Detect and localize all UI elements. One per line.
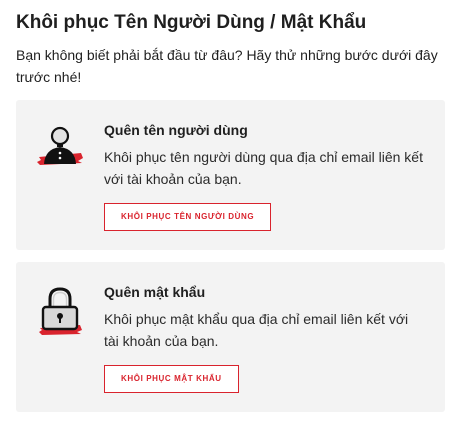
recover-username-button[interactable]: KHÔI PHỤC TÊN NGƯỜI DÙNG (104, 203, 272, 231)
forgot-username-card: Quên tên người dùng Khôi phục tên người … (16, 100, 445, 250)
user-icon (34, 122, 86, 174)
card-title: Quên mật khẩu (104, 284, 206, 300)
page-title: Khôi phục Tên Người Dùng / Mật Khẩu (16, 12, 367, 33)
forgot-password-card: Quên mật khẩu Khôi phục mật khẩu qua địa… (16, 262, 445, 412)
card-title: Quên tên người dùng (104, 122, 248, 138)
padlock-icon (34, 284, 86, 336)
card-description: Khôi phục tên người dùng qua địa chỉ ema… (104, 149, 423, 187)
recover-password-button[interactable]: KHÔI PHỤC MẬT KHẨU (104, 365, 239, 393)
intro-text: Bạn không biết phải bắt đầu từ đâu? Hãy … (16, 47, 438, 85)
card-description: Khôi phục mật khẩu qua địa chỉ email liê… (104, 311, 409, 349)
